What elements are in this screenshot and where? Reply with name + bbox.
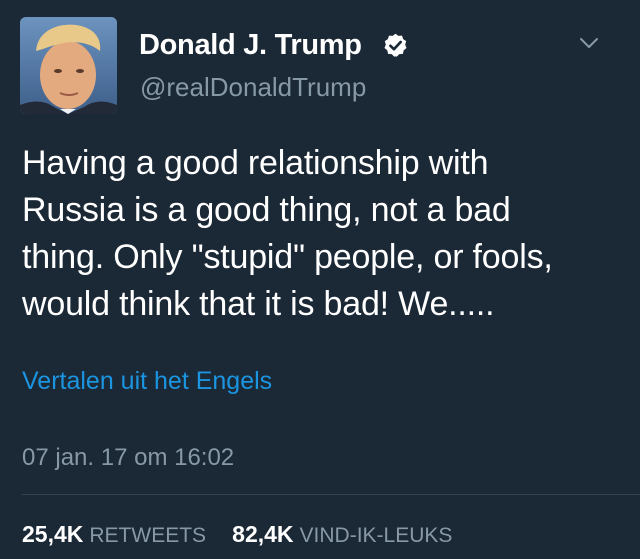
translate-link[interactable]: Vertalen uit het Engels [22, 367, 272, 396]
likes-count: 82,4K [232, 521, 294, 547]
display-name[interactable]: Donald J. Trump [139, 29, 362, 62]
retweets-count: 25,4K [22, 521, 84, 547]
tweet-text: Having a good relationship with Russia i… [22, 144, 553, 323]
tweet-card: Donald J. Trump @realDonaldTrump Having … [0, 0, 640, 559]
likes-stat[interactable]: 82,4K VIND-IK-LEUKS [232, 521, 452, 548]
avatar[interactable] [20, 17, 117, 114]
user-handle[interactable]: @realDonaldTrump [140, 72, 366, 103]
chevron-down-icon[interactable] [578, 36, 600, 50]
retweets-stat[interactable]: 25,4K RETWEETS [22, 521, 206, 548]
divider [22, 494, 640, 495]
avatar-image [20, 17, 117, 114]
tweet-timestamp[interactable]: 07 jan. 17 om 16:02 [22, 444, 234, 472]
verified-badge-icon [384, 33, 407, 57]
tweet-stats: 25,4K RETWEETS 82,4K VIND-IK-LEUKS [22, 521, 452, 548]
retweets-label: RETWEETS [89, 524, 207, 547]
likes-label: VIND-IK-LEUKS [299, 524, 453, 547]
